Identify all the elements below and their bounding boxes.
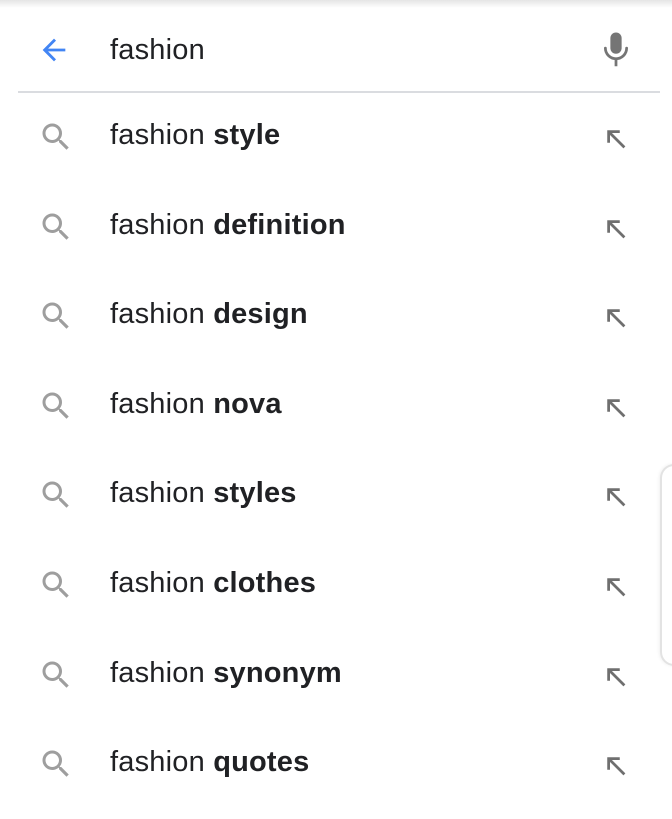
suggestion-prefix: fashion	[110, 746, 205, 779]
mic-icon	[604, 32, 628, 67]
back-button[interactable]	[34, 30, 74, 70]
search-input[interactable]	[110, 28, 550, 72]
suggestion-completion: definition	[213, 208, 346, 241]
suggestion-text: fashion definition	[110, 209, 346, 242]
suggestion-completion: quotes	[213, 746, 310, 779]
search-icon	[36, 117, 76, 157]
arrow-back-icon	[42, 38, 66, 62]
arrow-up-left-icon[interactable]	[596, 657, 636, 697]
arrow-up-left-icon[interactable]	[596, 477, 636, 517]
search-icon	[36, 296, 76, 336]
suggestion-item[interactable]: fashion synonym	[0, 631, 672, 721]
suggestion-prefix: fashion	[110, 656, 205, 689]
suggestion-prefix: fashion	[110, 119, 205, 151]
suggestion-prefix: fashion	[110, 477, 205, 510]
suggestion-completion: nova	[213, 387, 282, 420]
suggestion-list: fashion style fashion definition fashion d…	[0, 93, 672, 810]
arrow-up-left-icon[interactable]	[596, 209, 636, 249]
search-icon	[36, 655, 76, 695]
suggestion-text: fashion style	[110, 119, 280, 152]
voice-search-button[interactable]	[596, 28, 636, 72]
suggestion-item[interactable]: fashion quotes	[0, 720, 672, 810]
suggestion-prefix: fashion	[110, 387, 205, 420]
suggestion-completion: style	[213, 119, 281, 151]
search-icon	[36, 386, 76, 426]
suggestion-item[interactable]: fashion nova	[0, 362, 672, 452]
arrow-up-left-icon[interactable]	[596, 119, 636, 159]
suggestion-prefix: fashion	[110, 298, 205, 331]
suggestion-text: fashion design	[110, 298, 308, 331]
search-icon	[36, 475, 76, 515]
suggestion-text: fashion styles	[110, 477, 297, 510]
suggestion-completion: design	[213, 298, 308, 331]
suggestion-prefix: fashion	[110, 566, 205, 599]
search-bar	[0, 0, 672, 92]
suggestion-item[interactable]: fashion clothes	[0, 541, 672, 631]
suggestion-completion: synonym	[213, 656, 342, 689]
arrow-up-left-icon[interactable]	[596, 298, 636, 338]
suggestion-item[interactable]: fashion style	[0, 93, 672, 183]
side-panel-handle[interactable]	[660, 464, 672, 666]
suggestion-text: fashion quotes	[110, 746, 309, 779]
arrow-up-left-icon[interactable]	[596, 567, 636, 607]
suggestion-text: fashion nova	[110, 388, 282, 421]
suggestion-completion: styles	[213, 477, 297, 510]
suggestion-item[interactable]: fashion styles	[0, 451, 672, 541]
suggestion-text: fashion clothes	[110, 567, 316, 600]
search-icon	[36, 207, 76, 247]
search-icon	[36, 744, 76, 784]
suggestion-item[interactable]: fashion design	[0, 272, 672, 362]
suggestion-completion: clothes	[213, 566, 317, 599]
suggestion-text: fashion synonym	[110, 657, 342, 690]
suggestion-item[interactable]: fashion definition	[0, 183, 672, 273]
search-page: fashion stylefashion definitionfashion d…	[0, 0, 672, 819]
arrow-up-left-icon[interactable]	[596, 746, 636, 786]
search-icon	[36, 565, 76, 605]
suggestion-prefix: fashion	[110, 208, 205, 241]
arrow-up-left-icon[interactable]	[596, 388, 636, 428]
